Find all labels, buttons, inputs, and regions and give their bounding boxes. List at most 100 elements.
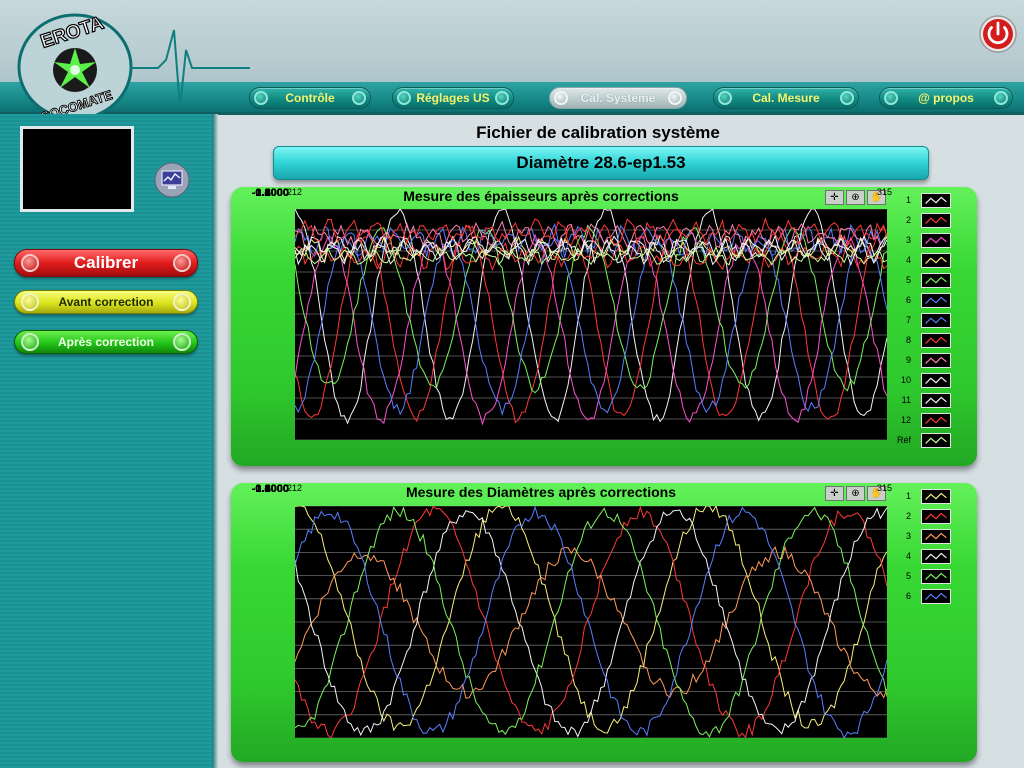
crosshair-icon[interactable]: ✛ bbox=[825, 190, 844, 205]
y-tick-label: -1.2000 bbox=[251, 187, 289, 199]
legend-swatch[interactable] bbox=[921, 213, 951, 228]
series-line-1 bbox=[295, 506, 887, 734]
legend-swatch[interactable] bbox=[921, 489, 951, 504]
zoom-icon[interactable]: ⊕ bbox=[846, 486, 865, 501]
legend-item: 9 bbox=[895, 353, 975, 369]
legend-swatch[interactable] bbox=[921, 193, 951, 208]
legend-item: 3 bbox=[895, 233, 975, 249]
series-line-3 bbox=[295, 545, 887, 699]
legend-swatch[interactable] bbox=[921, 549, 951, 564]
chart-title: Mesure des épaisseurs après corrections bbox=[403, 188, 679, 204]
legend-swatch[interactable] bbox=[921, 353, 951, 368]
tab-cal-systeme[interactable]: Cal. Système bbox=[549, 87, 687, 109]
legend-item: 2 bbox=[895, 213, 975, 229]
tab-controle[interactable]: Contrôle bbox=[249, 87, 371, 109]
tab-cap-icon bbox=[884, 91, 898, 105]
pulse-graphic bbox=[130, 29, 250, 109]
legend-swatch[interactable] bbox=[921, 373, 951, 388]
legend-item: 7 bbox=[895, 313, 975, 329]
tab-label: @ propos bbox=[918, 91, 974, 105]
legend-label: 6 bbox=[905, 295, 911, 305]
legend-swatch[interactable] bbox=[921, 273, 951, 288]
legend-swatch[interactable] bbox=[921, 529, 951, 544]
x-tick-label: 315 bbox=[877, 483, 893, 493]
legend-swatch[interactable] bbox=[921, 589, 951, 604]
x-tick-label: 212 bbox=[287, 187, 303, 197]
series-line-6 bbox=[295, 506, 887, 738]
crosshair-icon[interactable]: ✛ bbox=[825, 486, 844, 501]
legend-swatch[interactable] bbox=[921, 253, 951, 268]
legend-swatch[interactable] bbox=[921, 569, 951, 584]
legend-item: 6 bbox=[895, 293, 975, 309]
avant-correction-button[interactable]: Avant correction bbox=[14, 290, 198, 314]
legend-label: 4 bbox=[905, 551, 911, 561]
legend-label: 4 bbox=[905, 255, 911, 265]
legend-label: 9 bbox=[905, 355, 911, 365]
button-cap-icon bbox=[21, 333, 39, 351]
thickness-plot[interactable] bbox=[295, 209, 887, 440]
legend-swatch-line bbox=[925, 356, 947, 364]
button-cap-icon bbox=[173, 254, 191, 272]
legend-swatch[interactable] bbox=[921, 293, 951, 308]
legend-item: 11 bbox=[895, 393, 975, 409]
legend-item: 12 bbox=[895, 413, 975, 429]
monitor-icon[interactable] bbox=[154, 162, 190, 198]
power-icon[interactable] bbox=[978, 14, 1018, 54]
avant-correction-label: Avant correction bbox=[58, 295, 154, 309]
legend-label: 3 bbox=[905, 235, 911, 245]
legend-item: 3 bbox=[895, 529, 975, 545]
page-title: Fichier de calibration système bbox=[476, 123, 720, 142]
tab-cap-icon bbox=[397, 91, 411, 105]
legend-label: 11 bbox=[901, 395, 911, 405]
sidebar-edge bbox=[212, 114, 218, 768]
tab-cap-icon bbox=[254, 91, 268, 105]
legend-swatch-line bbox=[925, 416, 947, 424]
apres-correction-button[interactable]: Après correction bbox=[14, 330, 198, 354]
legend-label: Réf bbox=[896, 435, 911, 445]
legend-swatch-line bbox=[925, 396, 947, 404]
zoom-icon[interactable]: ⊕ bbox=[846, 190, 865, 205]
legend-swatch[interactable] bbox=[921, 509, 951, 524]
legend-label: 12 bbox=[900, 415, 911, 425]
apres-correction-label: Après correction bbox=[57, 335, 155, 349]
diameter-plot[interactable] bbox=[295, 506, 887, 738]
legend-label: 3 bbox=[905, 531, 911, 541]
legend-swatch[interactable] bbox=[921, 333, 951, 348]
legend-swatch-line bbox=[925, 316, 947, 324]
button-cap-icon bbox=[173, 293, 191, 311]
legend-item: 4 bbox=[895, 253, 975, 269]
legend-swatch-line bbox=[925, 512, 947, 520]
tab-label: Contrôle bbox=[285, 91, 335, 105]
legend-label: 1 bbox=[905, 195, 911, 205]
legend-swatch-line bbox=[925, 336, 947, 344]
legend-swatch[interactable] bbox=[921, 413, 951, 428]
tab-reglages-us[interactable]: Réglages US bbox=[392, 87, 514, 109]
tab-cal-mesure[interactable]: Cal. Mesure bbox=[713, 87, 859, 109]
legend-label: 5 bbox=[905, 571, 911, 581]
calibrer-button[interactable]: Calibrer bbox=[14, 249, 198, 277]
legend-label: 5 bbox=[905, 275, 911, 285]
tab-cap-icon bbox=[668, 91, 682, 105]
legend-swatch-line bbox=[925, 376, 947, 384]
tab-cap-icon bbox=[495, 91, 509, 105]
legend-swatch[interactable] bbox=[921, 313, 951, 328]
legend-swatch-line bbox=[925, 436, 947, 444]
legend-label: 7 bbox=[905, 315, 911, 325]
erota-socomate-logo: EROTA SOCOMATE bbox=[17, 12, 133, 125]
legend-swatch[interactable] bbox=[921, 233, 951, 248]
diameter-chart-panel: Mesure des Diamètres après corrections ✛… bbox=[231, 483, 977, 762]
tab-a-propos[interactable]: @ propos bbox=[879, 87, 1013, 109]
x-tick-label: 212 bbox=[287, 483, 303, 493]
tab-cap-icon bbox=[840, 91, 854, 105]
preview-display bbox=[20, 126, 134, 212]
legend-label: 2 bbox=[905, 215, 911, 225]
tab-cap-icon bbox=[352, 91, 366, 105]
legend-item: 5 bbox=[895, 569, 975, 585]
sidebar bbox=[0, 114, 212, 768]
legend-swatch[interactable] bbox=[921, 433, 951, 448]
legend-swatch-line bbox=[925, 276, 947, 284]
y-tick-label: -1.0000 bbox=[251, 483, 289, 495]
tab-label: Réglages US bbox=[416, 91, 490, 105]
legend-swatch-line bbox=[925, 592, 947, 600]
legend-swatch[interactable] bbox=[921, 393, 951, 408]
